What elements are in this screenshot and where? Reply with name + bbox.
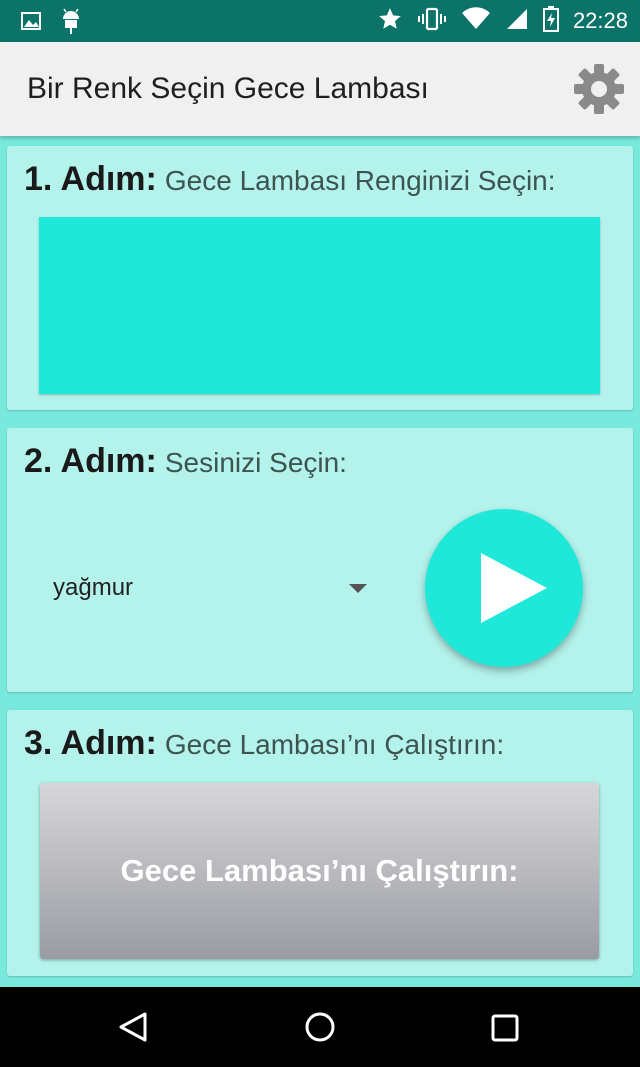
step2-number: 2. Adım: xyxy=(24,442,157,480)
sound-dropdown-value: yağmur xyxy=(53,574,134,601)
step1-description: Gece Lambası Renginizi Seçin: xyxy=(164,165,556,196)
step3-description: Gece Lambası’nı Çalıştırın: xyxy=(164,729,505,760)
sound-dropdown[interactable]: yağmur xyxy=(39,558,379,618)
run-button-label: Gece Lambası’nı Çalıştırın: xyxy=(120,853,519,888)
image-icon xyxy=(20,10,42,37)
recents-icon[interactable] xyxy=(490,1013,520,1048)
step2-heading: 2. Adım: Sesinizi Seçin: xyxy=(24,442,347,481)
play-icon xyxy=(477,553,547,628)
wifi-icon xyxy=(461,6,491,36)
step2-card: 2. Adım: Sesinizi Seçin: yağmur xyxy=(7,428,633,692)
settings-button[interactable] xyxy=(572,62,626,116)
vibrate-icon xyxy=(417,6,447,37)
battery-charging-icon xyxy=(542,5,559,37)
color-picker-swatch[interactable] xyxy=(39,217,600,394)
step1-heading: 1. Adım: Gece Lambası Renginizi Seçin: xyxy=(24,160,556,199)
gear-icon[interactable] xyxy=(572,64,626,120)
star-icon xyxy=(377,6,403,37)
navigation-bar xyxy=(0,987,640,1067)
back-icon[interactable] xyxy=(117,1011,149,1048)
status-bar: 22:28 xyxy=(0,0,640,42)
signal-icon xyxy=(505,7,529,36)
home-icon[interactable] xyxy=(304,1011,336,1048)
dropdown-arrow-icon xyxy=(349,584,367,593)
step2-description: Sesinizi Seçin: xyxy=(164,447,347,478)
step3-number: 3. Adım: xyxy=(24,724,157,762)
step3-card: 3. Adım: Gece Lambası’nı Çalıştırın: Gece… xyxy=(7,710,633,976)
app-bar: Bir Renk Seçin Gece Lambası xyxy=(0,42,640,136)
status-time: 22:28 xyxy=(572,8,628,33)
play-button[interactable] xyxy=(425,509,583,667)
step3-heading: 3. Adım: Gece Lambası’nı Çalıştırın: xyxy=(24,724,504,763)
step1-number: 1. Adım: xyxy=(24,160,157,198)
run-night-light-button[interactable]: Gece Lambası’nı Çalıştırın: xyxy=(40,783,599,959)
android-icon xyxy=(60,8,82,39)
app-title: Bir Renk Seçin Gece Lambası xyxy=(27,72,429,105)
step1-card: 1. Adım: Gece Lambası Renginizi Seçin: xyxy=(7,146,633,410)
